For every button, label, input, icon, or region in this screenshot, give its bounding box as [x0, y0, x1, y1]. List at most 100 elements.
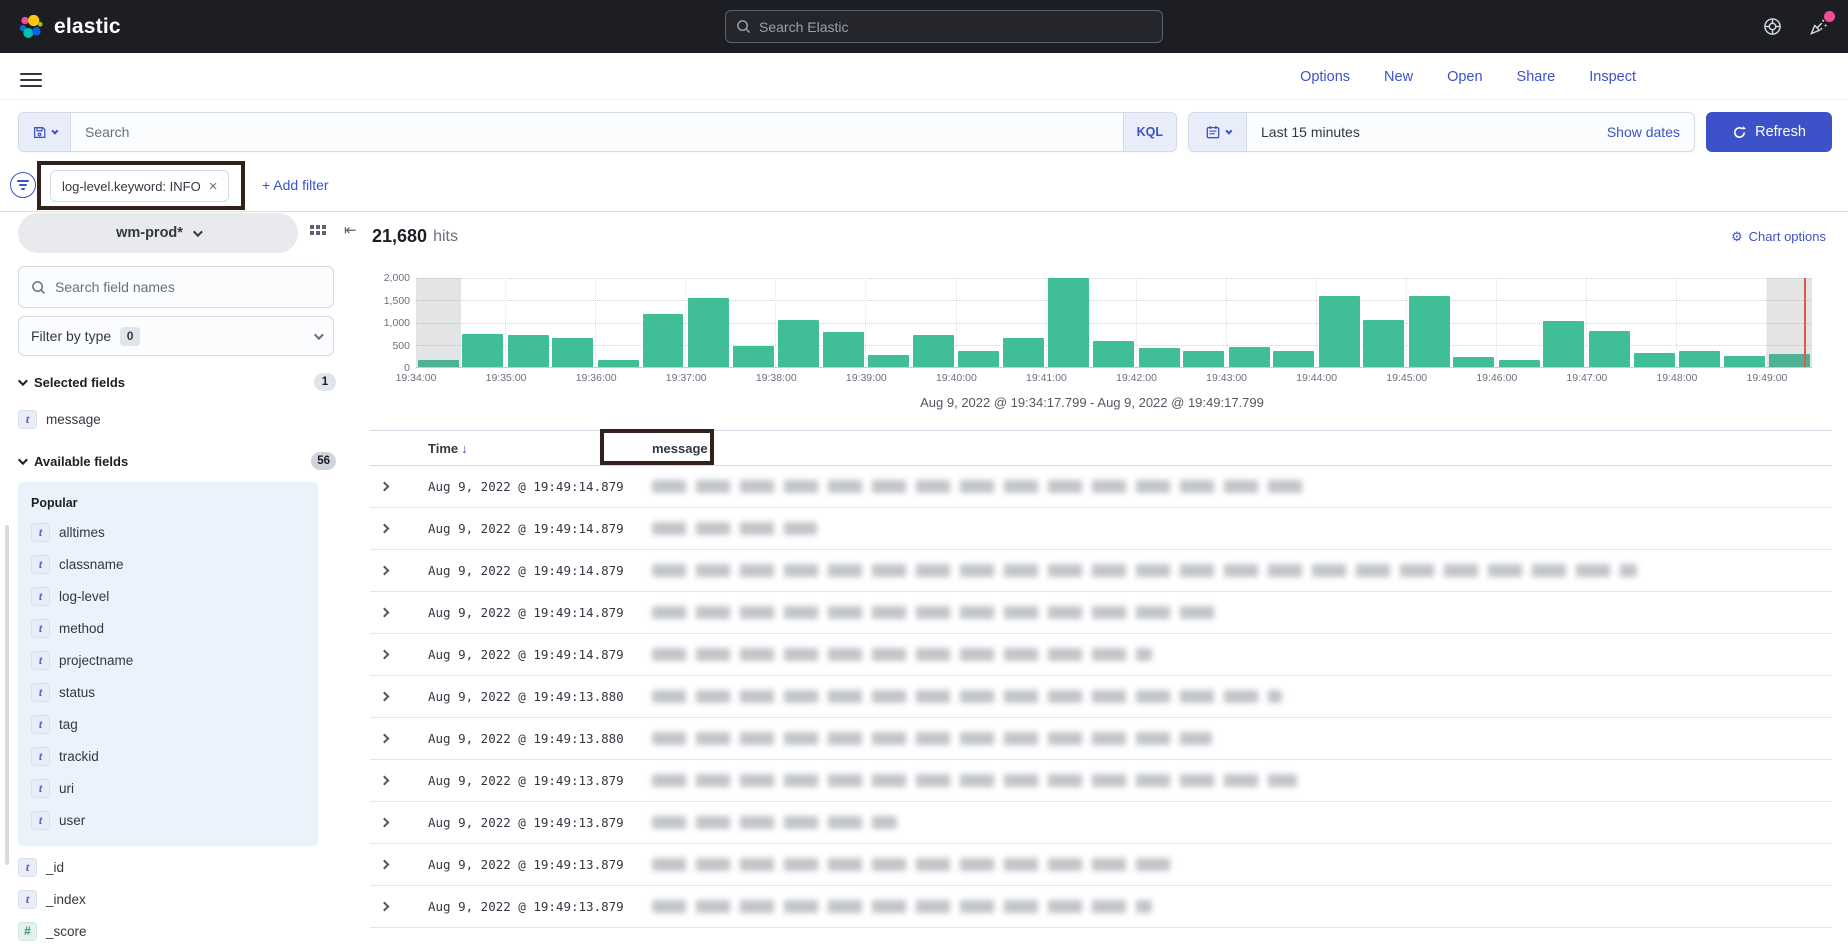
- close-icon[interactable]: ×: [209, 178, 218, 195]
- histogram-bar[interactable]: [868, 355, 909, 367]
- histogram-bar[interactable]: [1003, 338, 1044, 367]
- histogram-bar[interactable]: [643, 314, 684, 367]
- selected-fields-header[interactable]: Selected fields 1: [18, 373, 336, 391]
- histogram-bar[interactable]: [1273, 351, 1314, 367]
- field-item-message[interactable]: tmessage: [18, 403, 336, 435]
- kql-language-button[interactable]: KQL: [1123, 113, 1176, 151]
- histogram-bucket[interactable]: [551, 278, 596, 367]
- histogram-bucket[interactable]: [821, 278, 866, 367]
- histogram-bucket[interactable]: [1406, 278, 1452, 367]
- filter-settings-icon[interactable]: [10, 172, 36, 198]
- histogram-bucket[interactable]: [1632, 278, 1677, 367]
- histogram-bucket[interactable]: [1496, 278, 1542, 367]
- histogram-bucket[interactable]: [865, 278, 911, 367]
- field-search-input[interactable]: Search field names: [18, 266, 334, 308]
- expand-row-icon[interactable]: [379, 776, 389, 786]
- toolbar-action-open[interactable]: Open: [1447, 69, 1482, 85]
- available-fields-header[interactable]: Available fields 56: [18, 452, 336, 470]
- histogram-bar[interactable]: [733, 346, 774, 367]
- histogram-chart[interactable]: 2,0001,5001,0005000 19:34:0019:35:0019:3…: [372, 272, 1812, 410]
- chart-plot-area[interactable]: [416, 278, 1812, 368]
- histogram-bar[interactable]: [778, 320, 819, 367]
- histogram-bar[interactable]: [508, 335, 549, 367]
- histogram-bucket[interactable]: [731, 278, 776, 367]
- expand-row-icon[interactable]: [379, 818, 389, 828]
- field-item-classname[interactable]: tclassname: [31, 548, 318, 580]
- histogram-bucket[interactable]: [911, 278, 956, 367]
- histogram-bucket[interactable]: [685, 278, 731, 367]
- histogram-bar[interactable]: [552, 338, 593, 367]
- saved-query-menu-button[interactable]: [19, 113, 71, 151]
- index-pattern-select[interactable]: wm-prod*: [18, 213, 298, 253]
- histogram-bar[interactable]: [1139, 348, 1180, 367]
- refresh-button[interactable]: Refresh: [1706, 112, 1832, 152]
- expand-row-icon[interactable]: [379, 524, 389, 534]
- filter-by-type-select[interactable]: Filter by type 0: [18, 316, 334, 356]
- message-column-header[interactable]: message: [624, 441, 1832, 456]
- histogram-bar[interactable]: [1363, 320, 1404, 367]
- collapse-sidebar-icon[interactable]: ⇤: [344, 221, 357, 239]
- histogram-bar[interactable]: [598, 360, 639, 367]
- field-item-projectname[interactable]: tprojectname: [31, 644, 318, 676]
- field-item-_score[interactable]: #_score: [18, 915, 336, 947]
- histogram-bar[interactable]: [823, 332, 864, 367]
- field-item-alltimes[interactable]: talltimes: [31, 516, 318, 548]
- expand-row-icon[interactable]: [379, 482, 389, 492]
- toolbar-action-share[interactable]: Share: [1517, 69, 1556, 85]
- field-item-_index[interactable]: t_index: [18, 883, 336, 915]
- expand-row-icon[interactable]: [379, 608, 389, 618]
- global-search-input[interactable]: Search Elastic: [725, 10, 1163, 43]
- histogram-bucket[interactable]: [775, 278, 821, 367]
- histogram-bar[interactable]: [1589, 331, 1630, 367]
- elastic-brand[interactable]: elastic: [18, 14, 121, 40]
- show-dates-button[interactable]: Show dates: [1607, 124, 1694, 140]
- menu-icon[interactable]: [20, 69, 42, 91]
- histogram-bucket[interactable]: [1316, 278, 1362, 367]
- field-item-uri[interactable]: turi: [31, 772, 318, 804]
- histogram-bar[interactable]: [1634, 353, 1675, 367]
- field-item-log-level[interactable]: tlog-level: [31, 580, 318, 612]
- expand-row-icon[interactable]: [379, 734, 389, 744]
- help-icon[interactable]: [1760, 15, 1784, 39]
- histogram-bar[interactable]: [688, 298, 729, 367]
- field-item-_id[interactable]: t_id: [18, 851, 336, 883]
- expand-row-icon[interactable]: [379, 650, 389, 660]
- histogram-bar[interactable]: [1679, 351, 1720, 367]
- add-filter-button[interactable]: + Add filter: [262, 177, 329, 193]
- time-column-header[interactable]: Time↓: [398, 441, 624, 456]
- histogram-bucket[interactable]: [1001, 278, 1046, 367]
- expand-row-icon[interactable]: [379, 692, 389, 702]
- histogram-bar[interactable]: [1499, 360, 1540, 367]
- histogram-bucket[interactable]: [956, 278, 1002, 367]
- histogram-bucket[interactable]: [1542, 278, 1587, 367]
- date-picker[interactable]: Last 15 minutes Show dates: [1188, 112, 1695, 152]
- time-range-value[interactable]: Last 15 minutes: [1247, 124, 1607, 140]
- histogram-bar[interactable]: [913, 335, 954, 367]
- expand-row-icon[interactable]: [379, 902, 389, 912]
- histogram-bucket[interactable]: [1722, 278, 1767, 367]
- kql-search-input[interactable]: Search KQL: [18, 112, 1177, 152]
- field-item-method[interactable]: tmethod: [31, 612, 318, 644]
- sort-descending-icon[interactable]: ↓: [461, 441, 468, 456]
- histogram-bucket[interactable]: [641, 278, 686, 367]
- field-item-trackid[interactable]: ttrackid: [31, 740, 318, 772]
- toolbar-action-options[interactable]: Options: [1300, 69, 1350, 85]
- histogram-bar[interactable]: [1724, 356, 1765, 367]
- histogram-bucket[interactable]: [1361, 278, 1406, 367]
- histogram-bucket[interactable]: [595, 278, 641, 367]
- date-quick-select-button[interactable]: [1189, 113, 1247, 151]
- histogram-bar[interactable]: [1453, 357, 1494, 367]
- histogram-bucket[interactable]: [1586, 278, 1632, 367]
- histogram-bar[interactable]: [1183, 351, 1224, 367]
- histogram-bar[interactable]: [1543, 321, 1584, 367]
- histogram-bucket[interactable]: [416, 278, 461, 367]
- histogram-bucket[interactable]: [1452, 278, 1497, 367]
- histogram-bucket[interactable]: [1181, 278, 1226, 367]
- histogram-bucket[interactable]: [505, 278, 551, 367]
- histogram-bucket[interactable]: [461, 278, 506, 367]
- histogram-bucket[interactable]: [1226, 278, 1272, 367]
- field-item-user[interactable]: tuser: [31, 804, 318, 836]
- histogram-bucket[interactable]: [1091, 278, 1136, 367]
- histogram-bucket[interactable]: [1136, 278, 1182, 367]
- field-item-tag[interactable]: ttag: [31, 708, 318, 740]
